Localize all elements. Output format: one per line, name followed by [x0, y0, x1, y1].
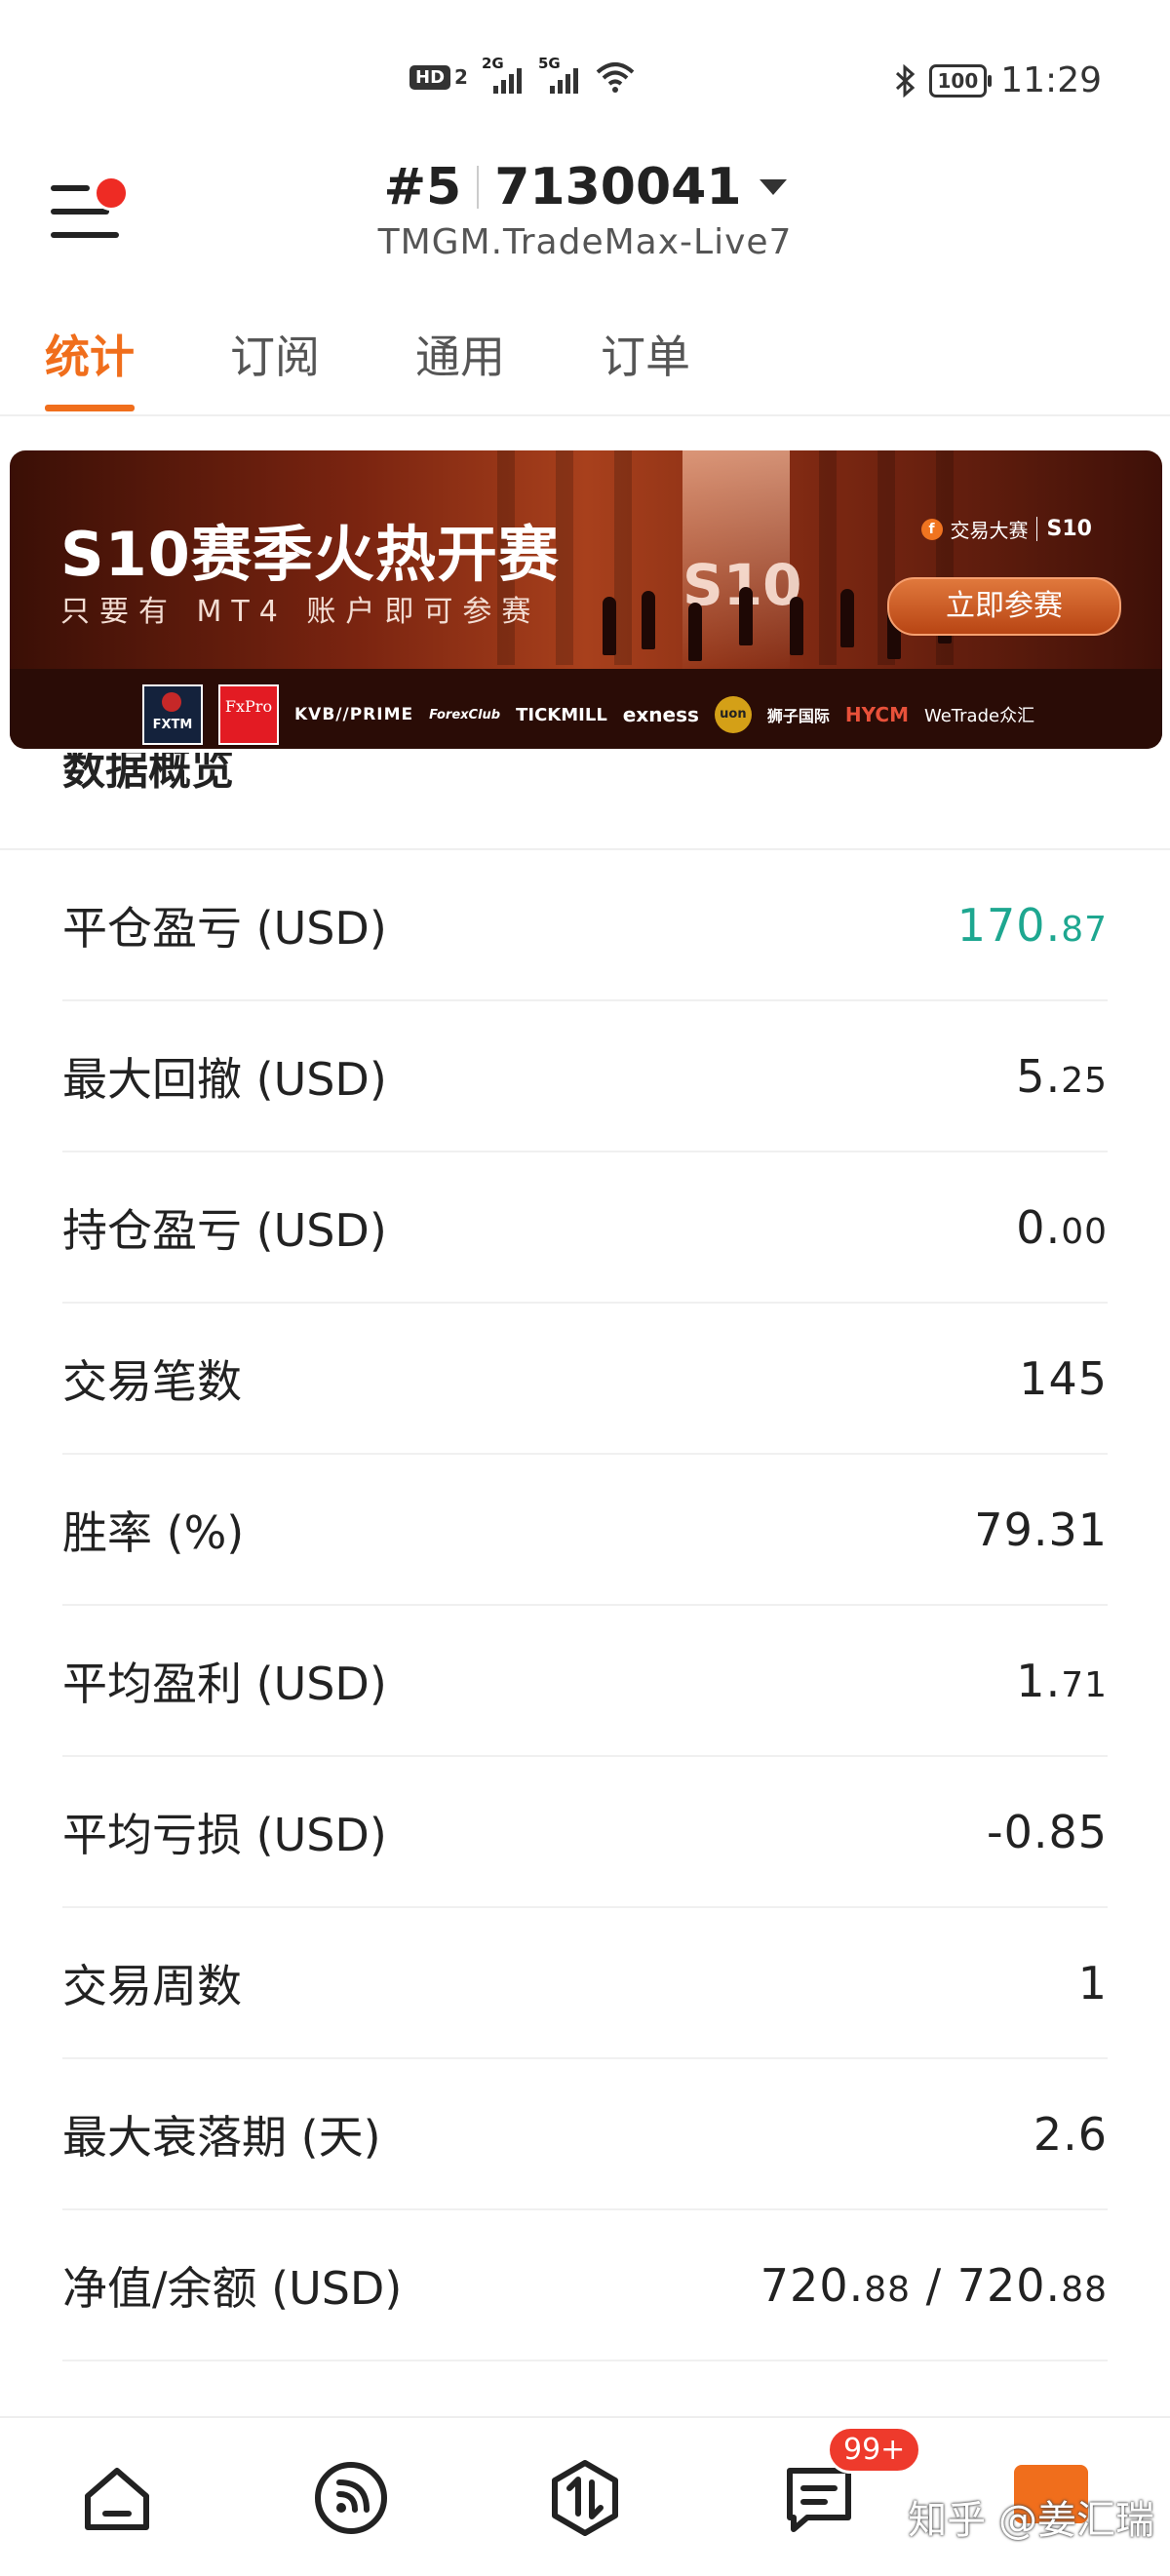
stat-label: 最大回撤 (USD): [62, 1052, 387, 1106]
stat-row-max-drawdown: 最大回撤 (USD) 5.25: [62, 1001, 1108, 1152]
stat-value: 170.87: [956, 898, 1108, 952]
clock: 11:29: [1000, 60, 1102, 100]
divider: [0, 414, 1170, 416]
banner-brand: f 交易大赛 S10: [920, 515, 1092, 543]
stat-value: 1: [1077, 1956, 1108, 2010]
sponsor-hycm: HYCM: [844, 703, 909, 726]
account-prefix: #5: [383, 158, 462, 216]
status-bar: HD 2 2G 5G 100 11:29: [0, 0, 1170, 166]
signal-5g-icon: 5G: [538, 55, 581, 94]
stat-row-win-rate: 胜率 (%) 79.31: [62, 1455, 1108, 1606]
tab-subscribe[interactable]: 订阅: [230, 322, 320, 411]
stat-label: 平均盈利 (USD): [62, 1657, 387, 1710]
home-icon: [85, 2468, 149, 2530]
stat-label: 平仓盈亏 (USD): [62, 901, 387, 955]
brand-logo-icon: f: [920, 518, 943, 540]
stat-label: 最大衰落期 (天): [62, 2110, 381, 2164]
stats-list: 平仓盈亏 (USD) 170.87 最大回撤 (USD) 5.25 持仓盈亏 (…: [62, 850, 1108, 2361]
nav-trade[interactable]: [546, 2459, 624, 2537]
stat-row-avg-profit: 平均盈利 (USD) 1.71: [62, 1606, 1108, 1757]
tab-orders[interactable]: 订单: [601, 322, 690, 411]
sponsor-fxpro: FxPro: [218, 684, 279, 745]
stat-label: 平均亏损 (USD): [62, 1808, 387, 1861]
nav-home[interactable]: [78, 2459, 156, 2537]
stat-row-closed-pnl: 平仓盈亏 (USD) 170.87: [62, 850, 1108, 1001]
sponsor-forexclub: ForexClub: [429, 707, 501, 722]
stat-label: 交易笔数: [62, 1354, 242, 1408]
stat-value: 1.71: [1016, 1654, 1108, 1707]
sponsor-tickmill: TICKMILL: [516, 704, 607, 725]
join-now-button[interactable]: 立即参赛: [887, 577, 1121, 636]
stat-value: 79.31: [974, 1503, 1108, 1556]
stat-label: 交易周数: [62, 1959, 242, 2012]
sponsor-logos: FXTM 富拓 FxPro KVB//PRIME ForexClub TICKM…: [142, 684, 1034, 745]
sponsor-kvb: KVB//PRIME: [294, 705, 414, 724]
sponsor-exness: exness: [622, 703, 699, 726]
tab-bar: 统计 订阅 通用 订单: [45, 322, 786, 411]
dropdown-caret-icon[interactable]: [759, 179, 787, 195]
nav-feed[interactable]: [312, 2459, 390, 2537]
wifi-icon: [596, 62, 635, 93]
stat-row-equity-balance: 净值/余额 (USD) 720.88 / 720.88: [62, 2210, 1108, 2361]
feed-icon: [315, 2462, 387, 2534]
stat-row-trade-weeks: 交易周数 1: [62, 1908, 1108, 2059]
tab-general[interactable]: 通用: [415, 322, 505, 411]
stat-value: -0.85: [986, 1805, 1108, 1858]
section-title: 数据概览: [62, 753, 234, 795]
account-number: 7130041: [494, 158, 742, 216]
stat-row-avg-loss: 平均亏损 (USD) -0.85: [62, 1757, 1108, 1908]
bluetooth-icon: [895, 63, 915, 98]
stat-label: 胜率 (%): [62, 1505, 245, 1559]
stat-label: 持仓盈亏 (USD): [62, 1203, 387, 1257]
account-header: #5 7130041 TMGM.TradeMax-Live7: [0, 158, 1170, 262]
trade-icon: [552, 2460, 618, 2536]
account-selector[interactable]: #5 7130041: [383, 158, 787, 216]
hd-indicator: HD 2: [410, 64, 468, 90]
signal-2g-icon: 2G: [482, 55, 525, 94]
server-name: TMGM.TradeMax-Live7: [377, 222, 793, 262]
stat-row-trade-count: 交易笔数 145: [62, 1304, 1108, 1455]
banner-title: S10赛季火热开赛: [60, 519, 560, 590]
sponsor-lion: 狮子国际: [766, 707, 830, 725]
stat-value: 2.6: [1033, 2107, 1108, 2161]
stat-row-max-decline-period: 最大衰落期 (天) 2.6: [62, 2059, 1108, 2210]
stat-row-open-pnl: 持仓盈亏 (USD) 0.00: [62, 1152, 1108, 1304]
tab-stats[interactable]: 统计: [45, 322, 135, 411]
sponsor-wetrade: WeTrade众汇: [923, 706, 1035, 726]
battery-indicator: 100: [928, 63, 992, 98]
sponsor-lion-icon: uon: [714, 696, 752, 733]
notification-badge: 99+: [827, 2426, 922, 2474]
stat-value: 5.25: [1016, 1049, 1108, 1103]
stat-value: 720.88 / 720.88: [760, 2258, 1108, 2312]
banner-subtitle: 只要有 MT4 账户即可参赛: [60, 595, 541, 629]
stat-label: 净值/余额 (USD): [62, 2261, 403, 2315]
stat-value: 0.00: [1016, 1200, 1108, 1254]
stat-value: 145: [1019, 1351, 1108, 1405]
sponsor-fxtm: FXTM 富拓: [142, 684, 203, 745]
watermark: 知乎 @姜汇瑞: [908, 2498, 1154, 2543]
promo-banner[interactable]: S10赛季火热开赛 只要有 MT4 账户即可参赛 S10 f 交易大赛 S10 …: [10, 450, 1162, 749]
